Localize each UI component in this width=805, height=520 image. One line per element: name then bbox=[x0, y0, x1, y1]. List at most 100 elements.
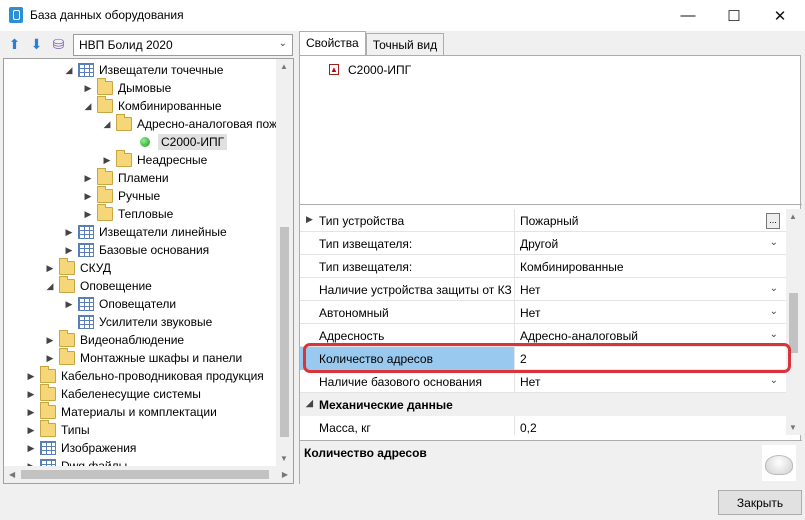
property-value[interactable]: Другой ⌄ bbox=[515, 232, 786, 255]
chevron-down-icon[interactable]: ⌄ bbox=[770, 306, 778, 317]
tree-item[interactable]: ▶ Базовые основания bbox=[64, 241, 209, 259]
collapse-icon[interactable]: ◢ bbox=[306, 398, 313, 409]
grid-vertical-scrollbar[interactable]: ▲ ▼ bbox=[786, 209, 801, 435]
property-grid[interactable]: ▶ Тип устройства Пожарный ... Тип извеща… bbox=[300, 209, 786, 435]
folder-icon bbox=[59, 258, 75, 275]
tab-exact-view[interactable]: Точный вид bbox=[365, 33, 445, 55]
tree-item-label: Извещатели точечные bbox=[99, 63, 224, 77]
expand-icon[interactable]: ▶ bbox=[64, 295, 74, 313]
expand-icon[interactable]: ▶ bbox=[26, 403, 36, 421]
expand-icon[interactable]: ▶ bbox=[45, 331, 55, 349]
tree-item[interactable]: ▶ Материалы и комплектации bbox=[26, 402, 217, 421]
tree-item[interactable]: ◢ Оповещение bbox=[45, 276, 152, 295]
expand-icon[interactable]: ▶ bbox=[83, 79, 93, 97]
property-category[interactable]: ◢ Механические данные bbox=[300, 393, 786, 416]
chevron-down-icon[interactable]: ⌄ bbox=[770, 329, 778, 340]
property-value[interactable]: Нет ⌄ bbox=[515, 301, 786, 324]
scroll-left-icon[interactable]: ◀ bbox=[9, 470, 15, 479]
expand-icon[interactable]: ▶ bbox=[45, 349, 55, 367]
minimize-button[interactable]: — bbox=[665, 0, 711, 31]
arrow-down-icon[interactable]: ⬇ bbox=[28, 36, 45, 53]
scrollbar-thumb[interactable] bbox=[21, 470, 269, 479]
chevron-down-icon[interactable]: ⌄ bbox=[770, 375, 778, 386]
scrollbar-thumb[interactable] bbox=[789, 293, 798, 353]
expand-icon[interactable]: ▶ bbox=[26, 385, 36, 403]
expand-icon[interactable]: ▶ bbox=[26, 439, 36, 457]
property-value[interactable]: Нет ⌄ bbox=[515, 278, 786, 301]
close-button[interactable]: Закрыть bbox=[718, 490, 802, 515]
equipment-tree[interactable]: ◢ Извещатели точечные ▶ Дымовые ◢ Комбин… bbox=[3, 58, 294, 484]
tree-item[interactable]: ▶ Ручные bbox=[83, 186, 160, 205]
property-label: Масса, кг bbox=[300, 416, 515, 435]
tree-item[interactable]: ▶ Кабельно-проводниковая продукция bbox=[26, 366, 264, 385]
folder-icon bbox=[40, 384, 56, 401]
expand-icon[interactable]: ▶ bbox=[102, 151, 112, 169]
window-title: База данных оборудования bbox=[30, 8, 184, 22]
database-icon[interactable]: ⛁ bbox=[50, 36, 67, 53]
tree-item[interactable]: ◢ Комбинированные bbox=[83, 96, 222, 115]
collapse-icon[interactable]: ◢ bbox=[45, 277, 55, 295]
chevron-down-icon[interactable]: ⌄ bbox=[770, 283, 778, 294]
property-row[interactable]: ▶ Тип устройства Пожарный ... bbox=[300, 209, 786, 232]
property-row[interactable]: Тип извещателя: Другой ⌄ bbox=[300, 232, 786, 255]
tree-item[interactable]: ▶ Монтажные шкафы и панели bbox=[45, 348, 242, 367]
collapse-icon[interactable]: ◢ bbox=[64, 61, 74, 79]
expand-icon[interactable]: ▶ bbox=[64, 241, 74, 259]
tree-item-selected[interactable]: С2000-ИПГ bbox=[136, 133, 228, 151]
tree-item[interactable]: ▶ Дымовые bbox=[83, 78, 171, 97]
tree-item[interactable]: ▶ Тепловые bbox=[83, 204, 173, 223]
scroll-down-icon[interactable]: ▼ bbox=[789, 423, 797, 432]
expand-icon[interactable]: ▶ bbox=[83, 187, 93, 205]
property-value[interactable]: 0,2 bbox=[515, 416, 786, 435]
expand-icon[interactable]: ▶ bbox=[306, 214, 313, 225]
expand-icon[interactable]: ▶ bbox=[26, 421, 36, 439]
database-select[interactable]: НВП Болид 2020 ⌄ bbox=[73, 34, 293, 56]
tree-item[interactable]: ◢ Адресно-аналоговая пож bbox=[102, 114, 277, 133]
expand-icon[interactable]: ▶ bbox=[45, 259, 55, 277]
close-window-button[interactable]: ✕ bbox=[757, 0, 803, 31]
tree-item[interactable]: ▶ Видеонаблюдение bbox=[45, 330, 184, 349]
tree-item[interactable]: ▶ Извещатели линейные bbox=[64, 223, 227, 241]
scroll-down-icon[interactable]: ▼ bbox=[280, 454, 288, 463]
scroll-up-icon[interactable]: ▲ bbox=[789, 212, 797, 221]
scroll-right-icon[interactable]: ▶ bbox=[282, 470, 288, 479]
property-row[interactable]: Тип извещателя: Комбинированные bbox=[300, 255, 786, 278]
expand-icon[interactable]: ▶ bbox=[83, 169, 93, 187]
chevron-down-icon[interactable]: ⌄ bbox=[770, 237, 778, 248]
property-row[interactable]: Автономный Нет ⌄ bbox=[300, 301, 786, 324]
property-value[interactable]: Комбинированные bbox=[515, 255, 786, 278]
tree-item[interactable]: ▶ Типы bbox=[26, 420, 90, 439]
expand-icon[interactable]: ▶ bbox=[26, 367, 36, 385]
tree-item[interactable]: ▶ СКУД bbox=[45, 258, 111, 277]
expand-icon[interactable]: ▶ bbox=[83, 205, 93, 223]
tree-horizontal-scrollbar[interactable]: ◀ ▶ bbox=[4, 466, 293, 483]
collapse-icon[interactable]: ◢ bbox=[102, 115, 112, 133]
description-panel: Количество адресов bbox=[300, 440, 802, 484]
tree-item[interactable]: ◢ Извещатели точечные bbox=[64, 61, 223, 79]
tree-item-label: С2000-ИПГ bbox=[158, 134, 228, 150]
property-row[interactable]: Наличие базового основания Нет ⌄ bbox=[300, 370, 786, 393]
property-row[interactable]: Наличие устройства защиты от КЗ Нет ⌄ bbox=[300, 278, 786, 301]
property-value-text: Пожарный bbox=[520, 214, 579, 228]
tree-item[interactable]: ▶ Пламени bbox=[83, 168, 169, 187]
ellipsis-button[interactable]: ... bbox=[766, 213, 780, 229]
tab-properties[interactable]: Свойства bbox=[299, 31, 366, 55]
scrollbar-thumb[interactable] bbox=[280, 227, 289, 437]
tree-vertical-scrollbar[interactable]: ▲ ▼ bbox=[276, 59, 293, 466]
property-value[interactable]: Пожарный ... bbox=[515, 209, 786, 232]
maximize-button[interactable]: ☐ bbox=[711, 0, 757, 31]
chevron-down-icon: ⌄ bbox=[278, 38, 287, 49]
arrow-up-icon[interactable]: ⬆ bbox=[6, 36, 23, 53]
property-value[interactable]: Нет ⌄ bbox=[515, 370, 786, 393]
tree-item[interactable]: ▶ Кабеленесущие системы bbox=[26, 384, 201, 403]
tree-item[interactable]: ▶ Неадресные bbox=[102, 150, 207, 169]
tree-item[interactable]: ▶ Изображения bbox=[26, 439, 136, 457]
properties-panel: ▲ С2000-ИПГ ▶ Тип устройства Пожарный ..… bbox=[299, 55, 802, 484]
scroll-up-icon[interactable]: ▲ bbox=[280, 62, 288, 71]
tree-item[interactable]: ▶ Оповещатели bbox=[64, 295, 176, 313]
tree-item[interactable]: Усилители звуковые bbox=[64, 313, 212, 331]
property-row[interactable]: Масса, кг 0,2 bbox=[300, 416, 786, 435]
expand-icon[interactable]: ▶ bbox=[64, 223, 74, 241]
collapse-icon[interactable]: ◢ bbox=[83, 97, 93, 115]
